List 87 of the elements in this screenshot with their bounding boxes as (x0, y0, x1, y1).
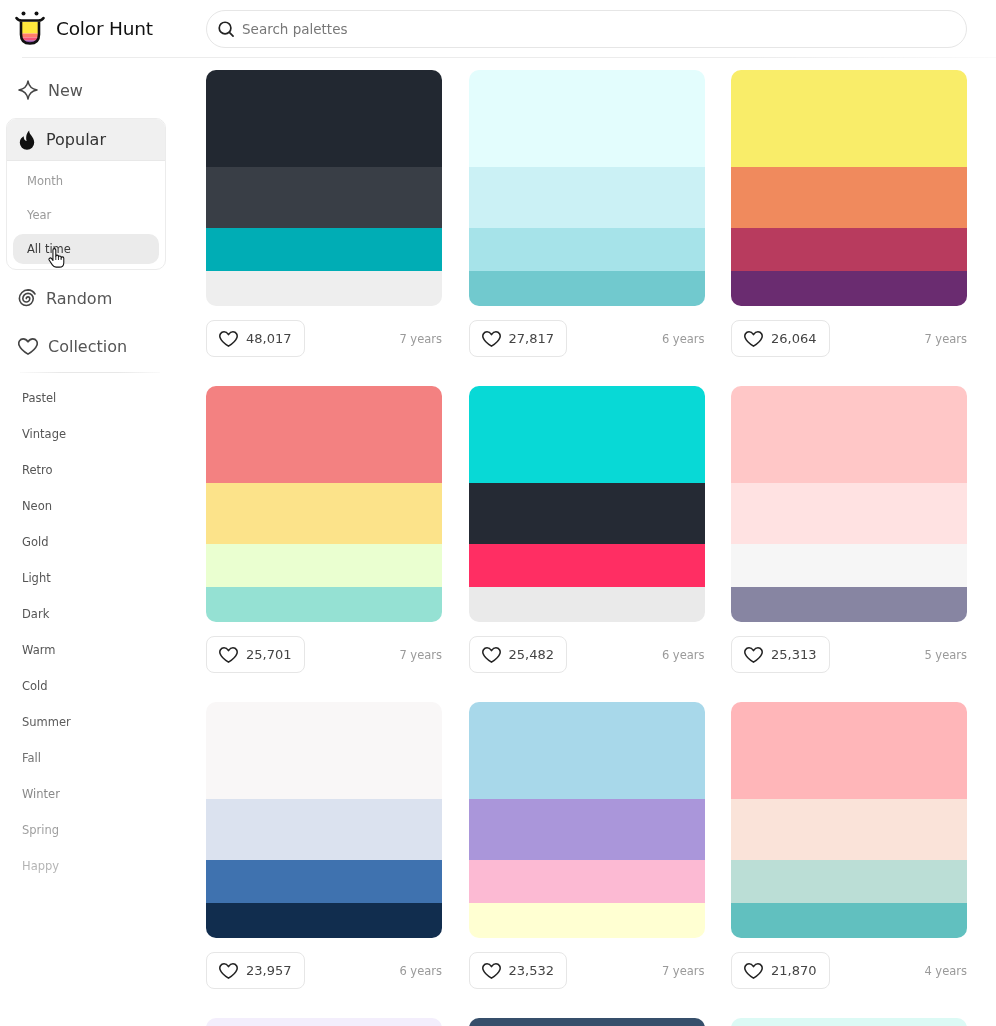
like-button[interactable]: 27,817 (468, 320, 567, 357)
like-button[interactable]: 25,313 (731, 636, 830, 673)
heart-icon (481, 646, 501, 663)
color-swatch[interactable] (206, 167, 442, 228)
heart-icon (219, 962, 238, 979)
color-swatch[interactable] (468, 70, 705, 167)
color-swatch[interactable] (468, 587, 705, 622)
heart-icon (481, 330, 501, 347)
like-button[interactable]: 21,870 (731, 952, 830, 989)
like-button[interactable]: 25,482 (468, 636, 567, 673)
nav-item[interactable]: Popular (7, 119, 165, 161)
like-button[interactable]: 48,017 (206, 320, 305, 357)
color-swatch[interactable] (206, 860, 442, 903)
palette-age: 6 years (661, 647, 705, 662)
color-swatch[interactable] (468, 860, 705, 903)
heart-icon (219, 330, 238, 347)
tag-link[interactable]: Gold (6, 524, 206, 560)
tag-link[interactable]: Dark (6, 596, 206, 632)
nav-item[interactable]: New (6, 70, 166, 110)
tag-link[interactable]: Warm (6, 632, 206, 668)
color-swatch[interactable] (468, 386, 705, 483)
color-swatch[interactable] (731, 271, 967, 306)
color-swatch[interactable] (731, 587, 967, 622)
palette-age: 6 years (661, 331, 705, 346)
palette-age: 7 years (924, 331, 967, 346)
heart-icon (18, 337, 38, 355)
color-swatch[interactable] (731, 799, 967, 860)
color-swatch[interactable] (468, 799, 705, 860)
site-title[interactable]: Color Hunt (56, 18, 153, 39)
color-swatch[interactable] (206, 544, 442, 587)
color-swatch[interactable] (468, 903, 705, 938)
color-swatch[interactable] (731, 386, 967, 483)
color-swatch[interactable] (206, 799, 442, 860)
search-icon (218, 20, 234, 37)
tag-link[interactable]: Fall (6, 740, 206, 776)
cup-logo-icon[interactable] (15, 11, 45, 46)
color-swatch[interactable] (468, 271, 705, 306)
color-swatch[interactable] (731, 903, 967, 938)
spiral-icon (18, 289, 36, 307)
palette-age: 7 years (661, 963, 705, 978)
search-field[interactable]: Search palettes (206, 9, 967, 48)
flame-icon (18, 129, 36, 150)
tag-link[interactable]: Summer (6, 704, 206, 740)
heart-icon (219, 646, 238, 663)
tag-link[interactable]: Cold (6, 668, 206, 704)
tag-link[interactable]: Pastel (6, 380, 206, 416)
color-swatch[interactable] (731, 167, 967, 228)
color-swatch[interactable] (206, 903, 442, 938)
color-swatch[interactable] (468, 483, 705, 544)
nav-item[interactable]: Collection (6, 326, 166, 366)
tag-link[interactable]: Neon (6, 488, 206, 524)
heart-icon (744, 330, 763, 347)
color-swatch[interactable] (206, 228, 442, 271)
palette-age: 7 years (399, 331, 442, 346)
color-swatch[interactable] (206, 483, 442, 544)
tag-link[interactable]: Winter (6, 776, 206, 812)
color-swatch[interactable] (731, 483, 967, 544)
color-swatch[interactable] (731, 70, 967, 167)
color-swatch[interactable] (731, 228, 967, 271)
color-swatch[interactable] (468, 702, 705, 799)
color-swatch[interactable] (731, 544, 967, 587)
color-swatch[interactable] (731, 702, 967, 799)
heart-icon (481, 962, 501, 979)
sparkle-icon (18, 80, 38, 100)
color-swatch[interactable] (206, 702, 442, 799)
tag-link[interactable]: Vintage (6, 416, 206, 452)
color-swatch[interactable] (206, 70, 442, 167)
like-button[interactable]: 26,064 (731, 320, 830, 357)
like-button[interactable]: 23,532 (468, 952, 567, 989)
color-swatch[interactable] (731, 860, 967, 903)
tag-link[interactable]: Light (6, 560, 206, 596)
nav-item[interactable]: Random (6, 278, 166, 318)
color-swatch[interactable] (468, 228, 705, 271)
color-swatch[interactable] (468, 167, 705, 228)
color-swatch[interactable] (468, 544, 705, 587)
palette-age: 4 years (924, 963, 967, 978)
heart-icon (744, 646, 763, 663)
color-swatch[interactable] (206, 386, 442, 483)
palette-age: 6 years (399, 963, 442, 978)
like-button[interactable]: 23,957 (206, 952, 305, 989)
color-swatch[interactable] (206, 587, 442, 622)
heart-icon (744, 962, 763, 979)
palette-age: 7 years (399, 647, 442, 662)
color-swatch[interactable] (206, 271, 442, 306)
palette-age: 5 years (924, 647, 967, 662)
tag-link[interactable]: Retro (6, 452, 206, 488)
like-button[interactable]: 25,701 (206, 636, 305, 673)
